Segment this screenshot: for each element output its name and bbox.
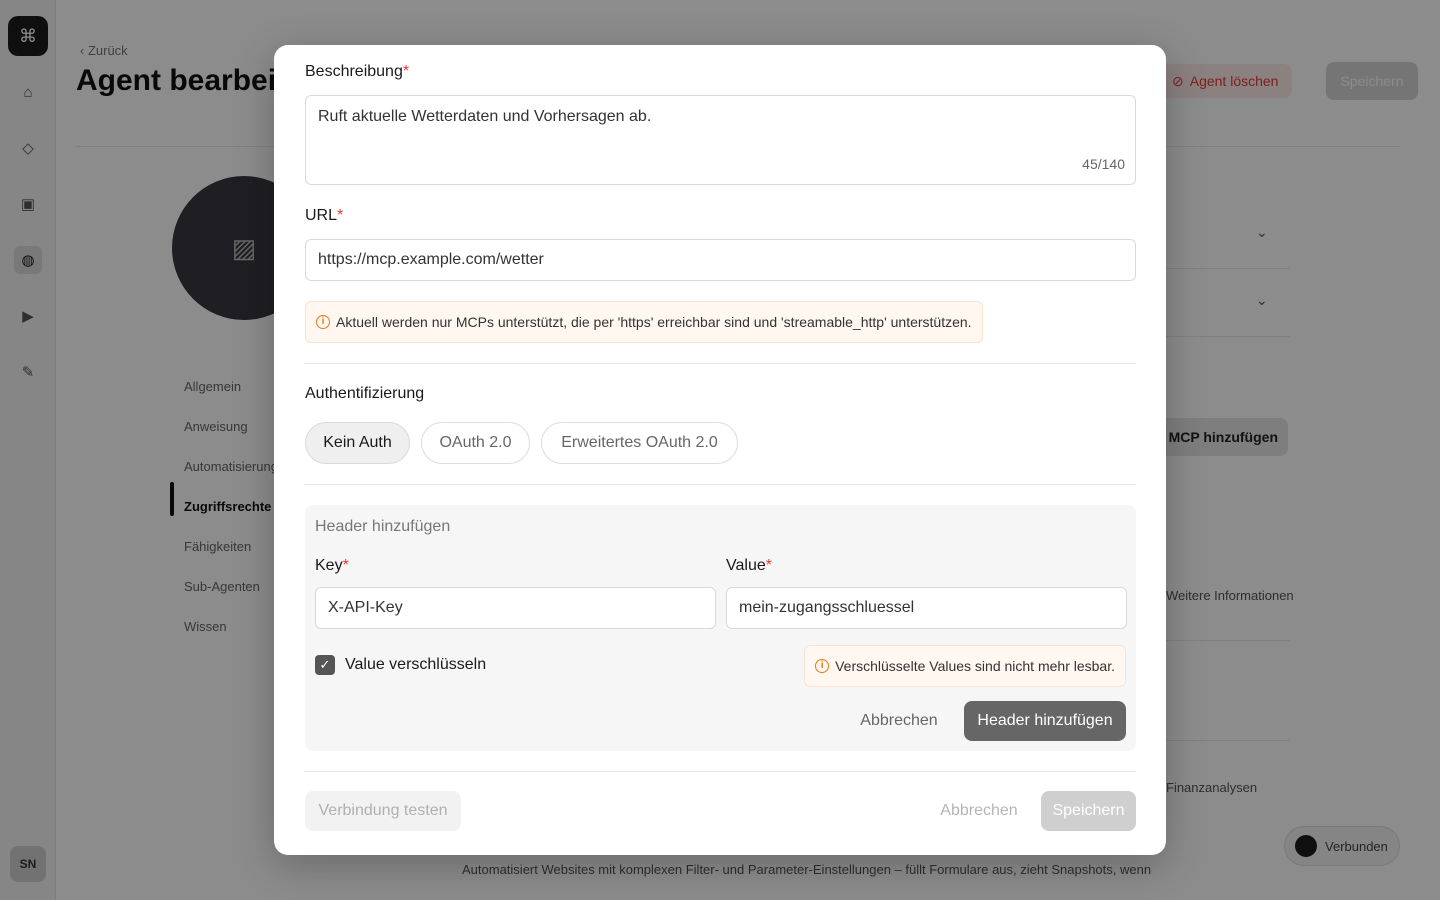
header-value-input[interactable]: mein-zugangsschluessel — [726, 587, 1127, 629]
header-value-value: mein-zugangsschluessel — [739, 599, 915, 616]
key-label: Key* — [315, 557, 349, 574]
encrypt-label[interactable]: Value verschlüsseln — [345, 656, 486, 674]
test-connection-button[interactable]: Verbindung testen — [305, 791, 461, 831]
mcp-edit-dialog: Beschreibung* Ruft aktuelle Wetterdaten … — [274, 45, 1166, 855]
info-icon: i — [815, 659, 830, 673]
footer-save-button[interactable]: Speichern — [1041, 791, 1136, 831]
encrypt-info-note: i Verschlüsselte Values sind nicht mehr … — [804, 645, 1126, 687]
header-cancel-button[interactable]: Abbrechen — [849, 701, 949, 741]
footer-cancel-button[interactable]: Abbrechen — [931, 791, 1027, 831]
encrypt-info-text: Verschlüsselte Values sind nicht mehr le… — [835, 658, 1115, 674]
checkmark-icon: ✓ — [319, 657, 331, 672]
add-header-title: Header hinzufügen — [315, 518, 451, 535]
header-form-wrapper: Header hinzufügen Key* X-API-Key Value* … — [305, 45, 1136, 855]
add-header-button[interactable]: Header hinzufügen — [964, 701, 1126, 741]
section-divider — [305, 771, 1136, 772]
header-key-input[interactable]: X-API-Key — [315, 587, 716, 629]
value-label: Value* — [726, 557, 772, 574]
encrypt-checkbox[interactable]: ✓ — [315, 655, 335, 675]
add-header-form: Header hinzufügen Key* X-API-Key Value* … — [305, 505, 1136, 751]
header-key-value: X-API-Key — [328, 599, 403, 616]
